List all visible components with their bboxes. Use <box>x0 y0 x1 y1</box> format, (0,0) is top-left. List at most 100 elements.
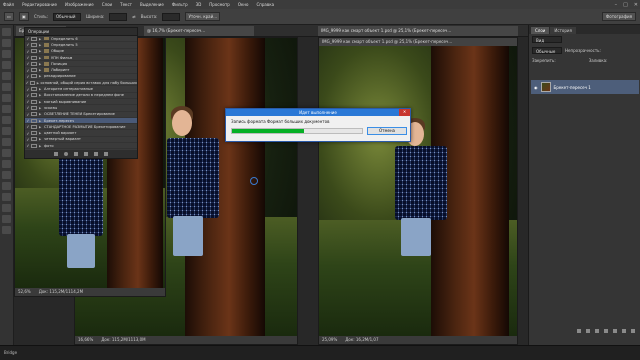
action-row[interactable]: ✓ ▶ фото <box>25 143 137 150</box>
dialog-toggle-icon[interactable] <box>31 137 37 142</box>
shape-tool-icon[interactable] <box>2 204 11 212</box>
menu-help[interactable]: Справка <box>256 2 274 7</box>
eyedropper-tool-icon[interactable] <box>2 83 11 91</box>
menu-file[interactable]: Файл <box>3 2 14 7</box>
trash-icon[interactable] <box>631 329 635 333</box>
menu-view[interactable]: Просмотр <box>209 2 230 7</box>
dialog-toggle-icon[interactable] <box>31 93 37 98</box>
zoom-level[interactable]: 25,09% <box>322 337 337 343</box>
dialog-toggle-icon[interactable] <box>31 118 37 123</box>
zoom-level[interactable]: 16,66% <box>78 337 93 343</box>
new-set-icon[interactable] <box>84 152 88 156</box>
menu-type[interactable]: Текст <box>120 2 132 7</box>
lasso-tool-icon[interactable] <box>2 50 11 58</box>
menu-edit[interactable]: Редактирование <box>22 2 57 7</box>
history-brush-icon[interactable] <box>2 127 11 135</box>
new-selection-icon[interactable]: ▣ <box>19 12 29 21</box>
adjustment-icon[interactable] <box>604 329 608 333</box>
dialog-toggle-icon[interactable] <box>31 87 37 92</box>
fx-icon[interactable] <box>586 329 590 333</box>
zoom-tool-icon[interactable] <box>2 226 11 234</box>
action-label: основной, общий серия вставок для набу б… <box>40 80 137 85</box>
refine-edge-button[interactable]: Уточн. край... <box>185 12 221 21</box>
action-label: четвертый вариант <box>44 137 82 142</box>
workspace-select[interactable]: Фотография <box>601 12 636 21</box>
eraser-tool-icon[interactable] <box>2 138 11 146</box>
dialog-toggle-icon[interactable] <box>31 36 37 41</box>
dialog-toggle-icon[interactable] <box>31 131 37 136</box>
photo-canvas-right[interactable] <box>319 46 517 336</box>
minimize-icon[interactable]: – <box>615 2 618 8</box>
panel-title[interactable]: Операции <box>25 28 137 36</box>
dialog-toggle-icon[interactable] <box>31 68 37 73</box>
clone-tool-icon[interactable] <box>2 116 11 124</box>
dialog-toggle-icon[interactable] <box>31 124 37 129</box>
link-icon[interactable] <box>577 329 581 333</box>
new-layer-icon[interactable] <box>622 329 626 333</box>
zoom-level[interactable]: 52,6% <box>18 289 31 295</box>
lock-label: Закрепить: <box>532 58 556 63</box>
pen-tool-icon[interactable] <box>2 171 11 179</box>
dialog-toggle-icon[interactable] <box>31 55 37 60</box>
status-bar-mid: 16,66% Док: 115,2М/1113,0М <box>75 336 297 344</box>
close-icon[interactable]: ✕ <box>399 109 410 116</box>
menu-image[interactable]: Изображение <box>65 2 94 7</box>
healing-tool-icon[interactable] <box>2 94 11 102</box>
cancel-button[interactable]: Отмена <box>367 127 407 135</box>
maximize-icon[interactable]: □ <box>623 2 628 8</box>
dialog-toggle-icon[interactable] <box>29 80 35 85</box>
blend-mode-select[interactable]: Обычные <box>532 47 562 54</box>
new-action-icon[interactable] <box>94 152 98 156</box>
crop-tool-icon[interactable] <box>2 72 11 80</box>
style-select[interactable]: Обычный <box>52 12 81 21</box>
dialog-toggle-icon[interactable] <box>31 49 37 54</box>
action-label: фото <box>44 143 54 148</box>
tab-history[interactable]: История <box>550 27 576 34</box>
type-tool-icon[interactable] <box>2 182 11 190</box>
close-icon[interactable]: ✕ <box>634 2 638 8</box>
stop-icon[interactable] <box>54 152 58 156</box>
brush-tool-icon[interactable] <box>2 105 11 113</box>
menu-layers[interactable]: Слои <box>102 2 112 7</box>
visibility-eye-icon[interactable]: ◉ <box>534 85 538 90</box>
window-title[interactable]: IMG_9999 как смарт объект 1.psd @ 25,1% … <box>319 38 517 46</box>
move-tool-icon[interactable] <box>2 28 11 36</box>
progress-bar <box>231 128 363 134</box>
menu-filter[interactable]: Фильтр <box>172 2 188 7</box>
swap-icon[interactable]: ⇄ <box>132 14 135 19</box>
dialog-toggle-icon[interactable] <box>31 99 37 104</box>
action-label: ОСВЕТЛЕНИЕ ТЕНЕЙ Брекетирование <box>44 112 115 117</box>
path-select-icon[interactable] <box>2 193 11 201</box>
mask-icon[interactable] <box>595 329 599 333</box>
width-field[interactable] <box>109 12 128 21</box>
height-field[interactable] <box>162 12 181 21</box>
gradient-tool-icon[interactable] <box>2 149 11 157</box>
menu-select[interactable]: Выделение <box>140 2 164 7</box>
dialog-toggle-icon[interactable] <box>31 143 37 148</box>
tab-mid-document[interactable]: @ 16,7% (Брекет-пересеч... <box>144 26 254 36</box>
play-icon[interactable] <box>74 152 78 156</box>
tab-layers[interactable]: Слои <box>531 27 550 34</box>
dialog-toggle-icon[interactable] <box>31 112 37 117</box>
marquee-tool-icon[interactable] <box>2 39 11 47</box>
layer-name[interactable]: Брекет-пересеч 1 <box>554 85 591 90</box>
bridge-tab[interactable]: Bridge <box>4 350 17 355</box>
dialog-toggle-icon[interactable] <box>31 74 37 79</box>
hand-tool-icon[interactable] <box>2 215 11 223</box>
menu-3d[interactable]: 3D <box>196 2 202 7</box>
record-icon[interactable] <box>64 152 68 156</box>
dialog-toggle-icon[interactable] <box>31 61 37 66</box>
marquee-tool-icon[interactable]: ▭ <box>4 12 14 21</box>
folder-icon[interactable] <box>613 329 617 333</box>
action-label: Позиция <box>51 61 68 66</box>
dodge-tool-icon[interactable] <box>2 160 11 168</box>
trash-icon[interactable] <box>104 152 108 156</box>
dialog-toggle-icon[interactable] <box>31 42 37 47</box>
menu-window[interactable]: Окно <box>238 2 249 7</box>
tab-right-document[interactable]: IMG_9999 как смарт объект 1.psd @ 25,1% … <box>318 26 518 36</box>
quick-select-tool-icon[interactable] <box>2 61 11 69</box>
dialog-toggle-icon[interactable] <box>31 105 37 110</box>
kind-filter-select[interactable]: Вид <box>532 36 562 43</box>
window-controls: – □ ✕ <box>615 0 638 9</box>
layer-item[interactable]: ◉ Брекет-пересеч 1 <box>531 80 639 94</box>
